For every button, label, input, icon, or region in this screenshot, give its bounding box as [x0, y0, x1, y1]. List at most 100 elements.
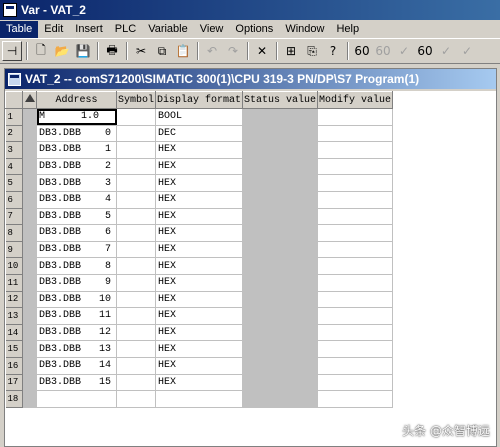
modify-value-cell[interactable]	[317, 158, 394, 176]
modify-value-cell[interactable]	[317, 324, 394, 342]
modify-value-cell[interactable]	[317, 307, 394, 325]
display-format-cell[interactable]: HEX	[155, 340, 244, 358]
address-cell[interactable]: DB3.DBB 7	[36, 241, 117, 259]
modify-value-cell[interactable]	[317, 108, 394, 126]
column-header-display-format[interactable]: Display format	[155, 91, 244, 109]
symbol-cell[interactable]	[116, 307, 157, 325]
display-format-cell[interactable]: HEX	[155, 257, 244, 275]
display-format-cell[interactable]: HEX	[155, 307, 244, 325]
address-cell[interactable]: DB3.DBB 12	[36, 324, 117, 342]
delete-button[interactable]: ✕	[252, 41, 272, 61]
table-row[interactable]: 18	[5, 390, 394, 408]
column-header-address[interactable]: Address	[36, 91, 117, 109]
address-cell[interactable]: DB3.DBB 9	[36, 274, 117, 292]
symbol-cell[interactable]	[116, 357, 157, 375]
menu-help[interactable]: Help	[330, 21, 365, 38]
menu-variable[interactable]: Variable	[142, 21, 194, 38]
activate-modify-button[interactable]: ✓	[436, 41, 456, 61]
modify-value-cell[interactable]	[317, 274, 394, 292]
display-format-cell[interactable]: HEX	[155, 158, 244, 176]
table-row[interactable]: 12 DB3.DBB 10 HEX	[5, 291, 394, 309]
address-cell[interactable]: DB3.DBB 10	[36, 291, 117, 309]
table-row[interactable]: 9 DB3.DBB 7 HEX	[5, 241, 394, 259]
symbol-cell[interactable]	[116, 125, 157, 143]
address-cell[interactable]: DB3.DBB 15	[36, 374, 117, 392]
menu-view[interactable]: View	[194, 21, 230, 38]
help-button[interactable]: ?	[323, 41, 343, 61]
modify-value-cell[interactable]	[317, 191, 394, 209]
symbol-cell[interactable]	[116, 141, 157, 159]
menu-edit[interactable]: Edit	[38, 21, 69, 38]
table-row[interactable]: 4 DB3.DBB 2 HEX	[5, 158, 394, 176]
address-cell[interactable]: DB3.DBB 6	[36, 224, 117, 242]
modify-value-cell[interactable]	[317, 390, 394, 408]
symbol-cell[interactable]	[116, 374, 157, 392]
redo-button[interactable]: ↷	[223, 41, 243, 61]
display-format-cell[interactable]	[155, 390, 244, 408]
force-button[interactable]: ✓	[457, 41, 477, 61]
menu-window[interactable]: Window	[279, 21, 330, 38]
table-row[interactable]: 16 DB3.DBB 14 HEX	[5, 357, 394, 375]
symbol-cell[interactable]	[116, 390, 157, 408]
symbol-cell[interactable]	[116, 291, 157, 309]
table-row[interactable]: 17 DB3.DBB 15 HEX	[5, 374, 394, 392]
pin-button[interactable]: ⊣	[2, 41, 22, 61]
symbol-cell[interactable]	[116, 208, 157, 226]
menu-plc[interactable]: PLC	[109, 21, 142, 38]
modify-value-cell[interactable]	[317, 141, 394, 159]
address-cell[interactable]	[36, 390, 117, 408]
display-format-cell[interactable]: HEX	[155, 174, 244, 192]
update-monitor-button[interactable]: 60	[415, 41, 435, 61]
address-cell[interactable]: DB3.DBB 11	[36, 307, 117, 325]
address-cell[interactable]: DB3.DBB 4	[36, 191, 117, 209]
address-cell[interactable]: DB3.DBB 13	[36, 340, 117, 358]
modify-value-cell[interactable]	[317, 208, 394, 226]
address-cell[interactable]: DB3.DBB 5	[36, 208, 117, 226]
display-format-cell[interactable]: HEX	[155, 224, 244, 242]
display-format-cell[interactable]: HEX	[155, 191, 244, 209]
column-header-status-value[interactable]: Status value	[242, 91, 319, 109]
modify-value-cell[interactable]	[317, 357, 394, 375]
symbol-cell[interactable]	[116, 174, 157, 192]
save-button[interactable]: 💾	[73, 41, 93, 61]
symbol-cell[interactable]	[116, 274, 157, 292]
display-format-cell[interactable]: HEX	[155, 208, 244, 226]
modify-value-cell[interactable]	[317, 224, 394, 242]
column-header-symbol[interactable]: Symbol	[115, 91, 157, 109]
print-button[interactable]: 🖶	[102, 41, 122, 61]
modify-value-cell[interactable]	[317, 374, 394, 392]
symbol-cell[interactable]	[116, 241, 157, 259]
display-format-cell[interactable]: HEX	[155, 357, 244, 375]
address-cell[interactable]: DB3.DBB 1	[36, 141, 117, 159]
open-button[interactable]: 📂	[52, 41, 72, 61]
symbol-cell[interactable]	[116, 158, 157, 176]
address-cell[interactable]: M 1.0	[36, 108, 117, 126]
symbol-cell[interactable]	[116, 108, 157, 126]
monitor-variable-button[interactable]: 60	[352, 41, 372, 61]
table-row[interactable]: 13 DB3.DBB 11 HEX	[5, 307, 394, 325]
copy-button[interactable]: ⧉	[152, 41, 172, 61]
display-format-cell[interactable]: HEX	[155, 374, 244, 392]
table-row[interactable]: 1 M 1.0 BOOL	[5, 108, 394, 126]
symbol-cell[interactable]	[116, 224, 157, 242]
modify-value-cell[interactable]	[317, 241, 394, 259]
table-row[interactable]: 14 DB3.DBB 12 HEX	[5, 324, 394, 342]
display-format-cell[interactable]: HEX	[155, 141, 244, 159]
menu-insert[interactable]: Insert	[69, 21, 109, 38]
symbol-cell[interactable]	[116, 340, 157, 358]
table-row[interactable]: 6 DB3.DBB 4 HEX	[5, 191, 394, 209]
address-cell[interactable]: DB3.DBB 0	[36, 125, 117, 143]
table-row[interactable]: 11 DB3.DBB 9 HEX	[5, 274, 394, 292]
table-row[interactable]: 3 DB3.DBB 1 HEX	[5, 141, 394, 159]
monitor-variable-2-button[interactable]: 60	[373, 41, 393, 61]
symbol-cell[interactable]	[116, 324, 157, 342]
table-row[interactable]: 2 DB3.DBB 0 DEC	[5, 125, 394, 143]
table-row[interactable]: 5 DB3.DBB 3 HEX	[5, 174, 394, 192]
corner-header[interactable]	[22, 91, 37, 109]
address-cell[interactable]: DB3.DBB 2	[36, 158, 117, 176]
table-row[interactable]: 7 DB3.DBB 5 HEX	[5, 208, 394, 226]
accessible-nodes-button[interactable]: ⊞	[281, 41, 301, 61]
table-row[interactable]: 15 DB3.DBB 13 HEX	[5, 340, 394, 358]
modify-value-cell[interactable]	[317, 174, 394, 192]
table-row[interactable]: 8 DB3.DBB 6 HEX	[5, 224, 394, 242]
